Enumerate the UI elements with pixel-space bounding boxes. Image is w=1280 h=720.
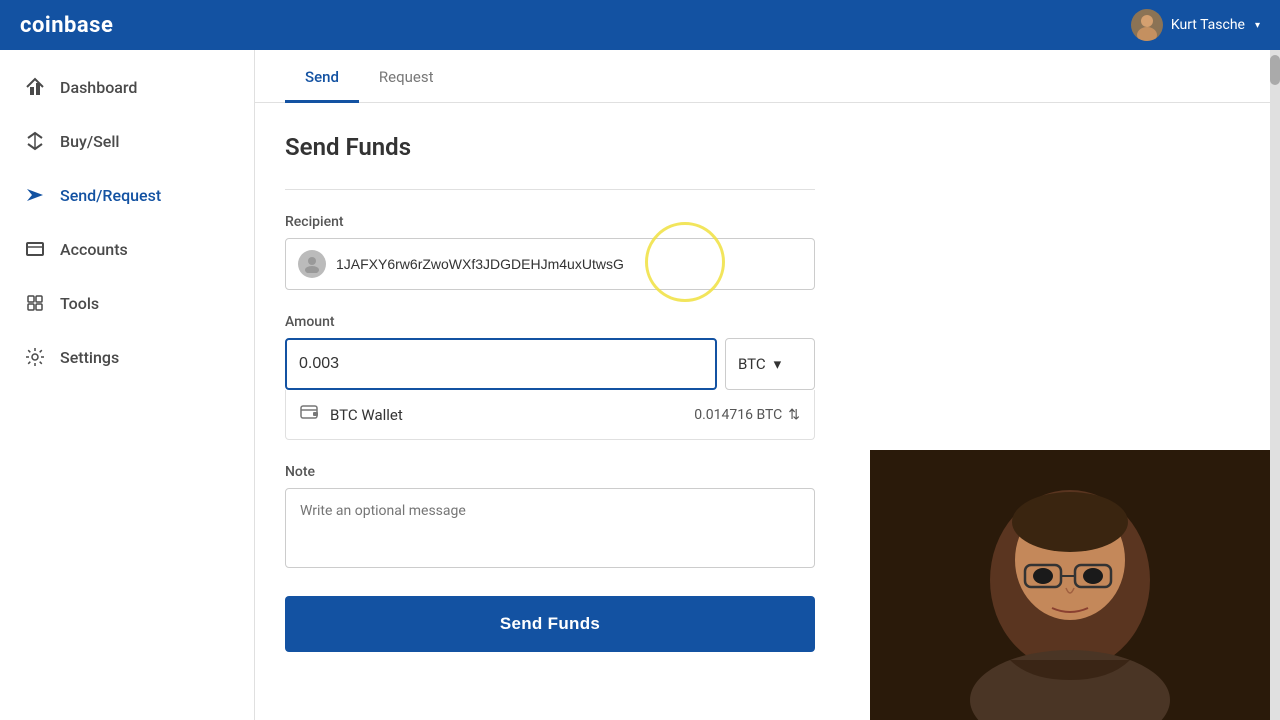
recipient-input[interactable]: [336, 256, 802, 272]
page-title: Send Funds: [285, 133, 815, 161]
sidebar-item-buysell[interactable]: Buy/Sell: [0, 114, 254, 168]
sidebar-item-tools[interactable]: Tools: [0, 276, 254, 330]
title-divider: [285, 189, 815, 190]
wallet-icon: [300, 402, 320, 427]
header: coinbase Kurt Tasche ▾: [0, 0, 1280, 50]
user-chevron-icon: ▾: [1255, 20, 1260, 31]
recipient-field[interactable]: [285, 238, 815, 290]
amount-label: Amount: [285, 314, 815, 330]
recipient-label: Recipient: [285, 214, 815, 230]
wallet-balance-value: 0.014716 BTC: [694, 407, 782, 423]
accounts-icon: [24, 238, 46, 260]
sidebar-item-settings-label: Settings: [60, 348, 119, 367]
body-layout: Dashboard Buy/Sell Send/Request: [0, 50, 1280, 720]
sidebar-item-sendrequest-label: Send/Request: [60, 186, 161, 205]
send-icon: [24, 184, 46, 206]
note-textarea[interactable]: [285, 488, 815, 568]
recipient-avatar-icon: [298, 250, 326, 278]
currency-chevron-icon: ▾: [774, 355, 782, 373]
user-menu[interactable]: Kurt Tasche ▾: [1131, 9, 1260, 41]
sidebar-item-dashboard-label: Dashboard: [60, 78, 137, 97]
wallet-row[interactable]: BTC Wallet 0.014716 BTC ⇅: [285, 390, 815, 440]
amount-input[interactable]: [299, 355, 703, 373]
amount-input-wrapper[interactable]: [285, 338, 717, 390]
amount-row: BTC ▾: [285, 338, 815, 390]
sidebar-item-sendrequest[interactable]: Send/Request: [0, 168, 254, 222]
send-funds-button[interactable]: Send Funds: [285, 596, 815, 652]
sidebar: Dashboard Buy/Sell Send/Request: [0, 50, 255, 720]
scrollbar[interactable]: [1270, 50, 1280, 720]
wallet-left: BTC Wallet: [300, 402, 403, 427]
note-label: Note: [285, 464, 815, 480]
user-name: Kurt Tasche: [1171, 17, 1245, 33]
logo: coinbase: [20, 13, 113, 38]
send-form: Send Funds Recipient Amount: [255, 103, 845, 682]
tab-request[interactable]: Request: [359, 50, 454, 103]
sidebar-item-dashboard[interactable]: Dashboard: [0, 60, 254, 114]
sidebar-item-settings[interactable]: Settings: [0, 330, 254, 384]
sidebar-item-buysell-label: Buy/Sell: [60, 132, 120, 151]
currency-label: BTC: [738, 355, 766, 373]
wallet-chevron-icon: ⇅: [788, 407, 800, 423]
dashboard-icon: [24, 76, 46, 98]
sidebar-item-accounts[interactable]: Accounts: [0, 222, 254, 276]
currency-selector[interactable]: BTC ▾: [725, 338, 815, 390]
sidebar-item-accounts-label: Accounts: [60, 240, 128, 259]
tab-send[interactable]: Send: [285, 50, 359, 103]
sidebar-item-tools-label: Tools: [60, 294, 99, 313]
video-overlay: [870, 450, 1270, 720]
buysell-icon: [24, 130, 46, 152]
settings-icon: [24, 346, 46, 368]
main-content: Send Request Send Funds Recipient Amount: [255, 50, 1270, 720]
tab-bar: Send Request: [255, 50, 1270, 103]
wallet-name: BTC Wallet: [330, 406, 403, 424]
tools-icon: [24, 292, 46, 314]
wallet-balance: 0.014716 BTC ⇅: [694, 407, 800, 423]
avatar: [1131, 9, 1163, 41]
